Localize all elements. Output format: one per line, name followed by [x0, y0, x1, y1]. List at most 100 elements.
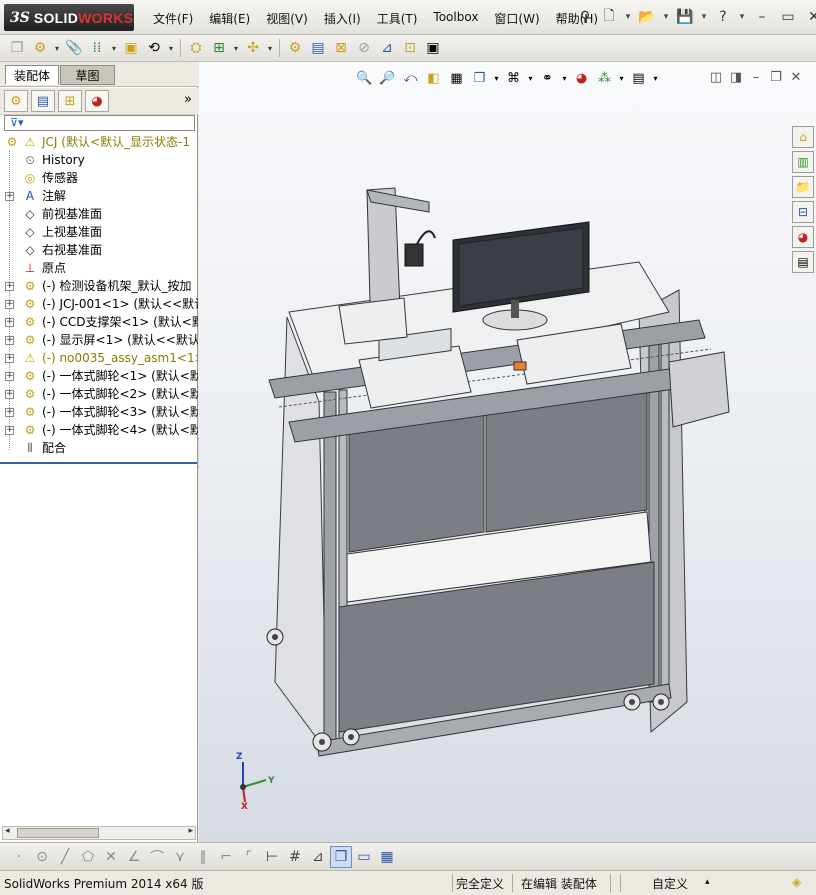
tree-item[interactable]: ⏲ History	[0, 151, 198, 169]
arc-icon[interactable]: ⌒	[146, 846, 168, 868]
tree-item[interactable]: ◇ 右视基准面	[0, 241, 198, 259]
pin-icon[interactable]: ⚲	[574, 6, 596, 28]
insert-component-icon[interactable]: ⚙	[29, 37, 51, 59]
minimize-icon[interactable]: –	[750, 9, 774, 25]
display-manager-icon[interactable]: ◕	[85, 90, 109, 112]
menu-insert[interactable]: 插入(I)	[316, 8, 369, 29]
more-managers-icon[interactable]: »	[184, 92, 192, 107]
mate-icon[interactable]: 📎	[63, 37, 85, 59]
appearances-icon[interactable]: ◕	[792, 226, 814, 248]
save-icon[interactable]: 💾	[674, 6, 696, 28]
tangent-icon[interactable]: ⋎	[169, 846, 191, 868]
new-dropdown-icon[interactable]: ▾	[622, 6, 634, 28]
pattern-dropdown-icon[interactable]: ▾	[109, 44, 119, 53]
configuration-manager-icon[interactable]: ⊞	[58, 90, 82, 112]
features-dropdown-icon[interactable]: ▾	[231, 44, 241, 53]
menu-file[interactable]: 文件(F)	[145, 8, 201, 29]
move-component-icon[interactable]: ⟲	[143, 37, 165, 59]
scroll-thumb[interactable]	[17, 828, 99, 838]
insert-component-dropdown-icon[interactable]: ▾	[52, 44, 62, 53]
tree-item[interactable]: + ⚙ (-) 一体式脚轮<1> (默认<默	[0, 367, 198, 385]
trim-icon[interactable]: ✕	[100, 846, 122, 868]
expand-icon[interactable]: +	[5, 408, 14, 417]
tree-item[interactable]: + ⚙ (-) 一体式脚轮<3> (默认<默	[0, 403, 198, 421]
design-library-icon[interactable]: ▥	[792, 151, 814, 173]
angle-icon[interactable]: ∠	[123, 846, 145, 868]
sketch-fillet-icon[interactable]: ⌜	[238, 846, 260, 868]
tree-item[interactable]: ⚙ ⚠ JCJ (默认<默认_显示状态-1	[0, 133, 198, 151]
show-hidden-icon[interactable]: ⛭	[185, 37, 207, 59]
polygon-icon[interactable]: ⬠	[77, 846, 99, 868]
expand-icon[interactable]: +	[5, 336, 14, 345]
line-icon[interactable]: ╱	[54, 846, 76, 868]
assembly-features-icon[interactable]: ⊞	[208, 37, 230, 59]
tree-item[interactable]: + ⚙ (-) 检测设备机架_默认_按加	[0, 277, 198, 295]
open-folder-icon[interactable]: 📂	[636, 6, 658, 28]
units-caret-icon[interactable]: ▴	[705, 877, 710, 887]
bill-of-materials-icon[interactable]: ▤	[307, 37, 329, 59]
help-icon[interactable]: ?	[712, 6, 734, 28]
property-manager-icon[interactable]: ▤	[31, 90, 55, 112]
tree-filter-input[interactable]: ⊽▾	[4, 115, 195, 131]
dimension-icon[interactable]: ⊢	[261, 846, 283, 868]
tree-item[interactable]: + A 注解	[0, 187, 198, 205]
tree-item[interactable]: + ⚙ (-) CCD支撑架<1> (默认<默	[0, 313, 198, 331]
restore-icon[interactable]: ▭	[776, 9, 800, 25]
grid-icon[interactable]: #	[284, 846, 306, 868]
menu-toolbox[interactable]: Toolbox	[425, 8, 486, 29]
circle-icon[interactable]: ⊙	[31, 846, 53, 868]
expand-icon[interactable]: +	[5, 192, 14, 201]
close-icon[interactable]: ✕	[802, 9, 816, 25]
tree-item[interactable]: + ⚙ (-) 一体式脚轮<2> (默认<默	[0, 385, 198, 403]
smart-fasteners-icon[interactable]: ▣	[120, 37, 142, 59]
reference-geometry-icon[interactable]: ✣	[242, 37, 264, 59]
shaded-view-icon[interactable]: ❒	[330, 845, 352, 868]
new-motion-study-icon[interactable]: ⚙	[284, 37, 306, 59]
linear-pattern-icon[interactable]: ⁞⁞	[86, 37, 108, 59]
angle-dimension-icon[interactable]: ⊿	[307, 846, 329, 868]
tree-item[interactable]: + ⚙ (-) 显示屏<1> (默认<<默认_	[0, 331, 198, 349]
expand-icon[interactable]: +	[5, 372, 14, 381]
menu-window[interactable]: 窗口(W)	[486, 8, 547, 29]
save-dropdown-icon[interactable]: ▾	[698, 6, 710, 28]
point-icon[interactable]: ·	[8, 846, 30, 868]
tree-item[interactable]: ◇ 前视基准面	[0, 205, 198, 223]
tab-assembly[interactable]: 装配体	[5, 65, 60, 85]
expand-icon[interactable]: +	[5, 282, 14, 291]
menu-edit[interactable]: 编辑(E)	[201, 8, 258, 29]
edit-component-icon[interactable]: ❐	[6, 37, 28, 59]
new-document-icon[interactable]: 🗋	[598, 6, 620, 28]
expand-icon[interactable]: +	[5, 300, 14, 309]
menu-view[interactable]: 视图(V)	[258, 8, 316, 29]
single-view-icon[interactable]: ▭	[353, 846, 375, 868]
expand-icon[interactable]: +	[5, 354, 14, 363]
corner-icon[interactable]: ⌐	[215, 846, 237, 868]
view-palette-icon[interactable]: ⊟	[792, 201, 814, 223]
status-units[interactable]: 自定义	[652, 875, 688, 892]
expand-icon[interactable]: +	[5, 318, 14, 327]
panel-horizontal-scrollbar[interactable]: ◂ ▸	[2, 826, 196, 840]
tree-item[interactable]: ⊥ 原点	[0, 259, 198, 277]
parallel-icon[interactable]: ∥	[192, 846, 214, 868]
scroll-right-icon[interactable]: ▸	[188, 826, 193, 836]
move-dropdown-icon[interactable]: ▾	[166, 44, 176, 53]
custom-properties-icon[interactable]: ▤	[792, 251, 814, 273]
scroll-left-icon[interactable]: ◂	[5, 826, 10, 836]
resources-icon[interactable]: ⌂	[792, 126, 814, 148]
help-dropdown-icon[interactable]: ▾	[736, 6, 748, 28]
feature-manager-icon[interactable]: ⚙	[4, 90, 28, 112]
exploded-view-icon[interactable]: ⊠	[330, 37, 352, 59]
interference-detection-icon[interactable]: ⊿	[376, 37, 398, 59]
solidworks-logo[interactable]: 3S SOLIDWORKS	[4, 4, 134, 31]
tree-item[interactable]: ◇ 上视基准面	[0, 223, 198, 241]
graphics-area[interactable]: 🔍 🔎 ⤺ ◧ ▦ ❒ ▾ ⌘ ▾ ⚭ ▾ ◕ ⁂ ▾ ▤ ▾ ◫ ◨ – ❐ …	[199, 62, 816, 842]
four-view-icon[interactable]: ▦	[376, 846, 398, 868]
rollback-bar[interactable]	[0, 462, 198, 464]
file-explorer-icon[interactable]: 📁	[792, 176, 814, 198]
clearance-verification-icon[interactable]: ⊡	[399, 37, 421, 59]
tree-item[interactable]: + ⚠ (-) no0035_assy_asm1<1>	[0, 349, 198, 367]
expand-icon[interactable]: +	[5, 390, 14, 399]
tree-item[interactable]: + ⚙ (-) JCJ-001<1> (默认<<默认	[0, 295, 198, 313]
open-dropdown-icon[interactable]: ▾	[660, 6, 672, 28]
tree-item[interactable]: + ⚙ (-) 一体式脚轮<4> (默认<默	[0, 421, 198, 439]
